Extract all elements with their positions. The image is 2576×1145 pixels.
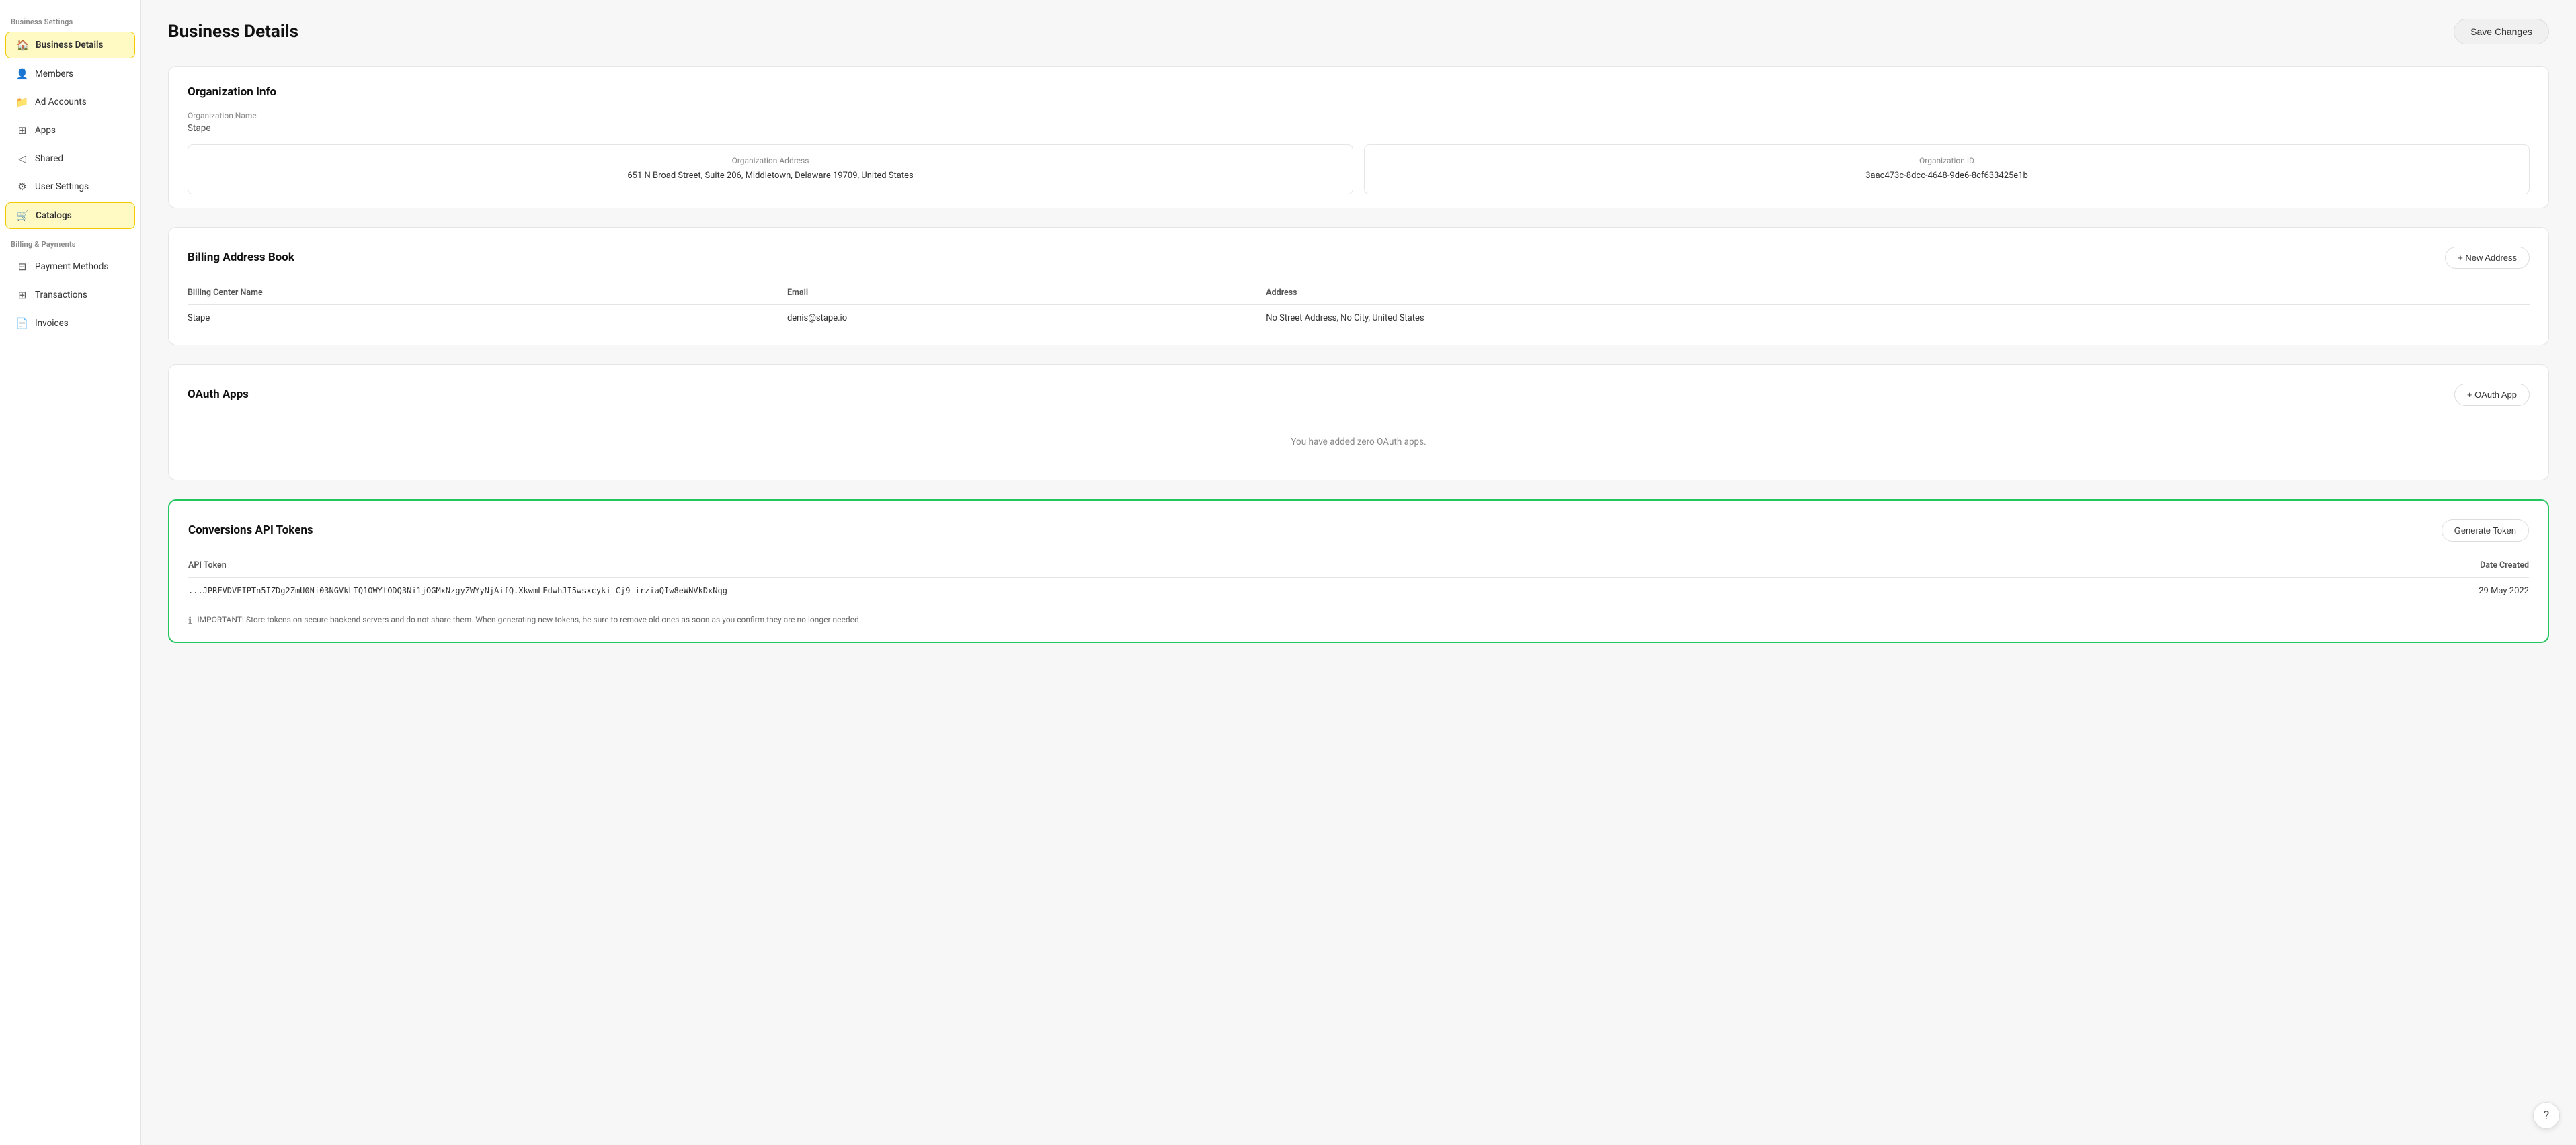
sidebar-item-ad-accounts[interactable]: 📁 Ad Accounts (5, 89, 135, 115)
sidebar: Business Settings 🏠 Business Details 👤 M… (0, 0, 141, 1145)
col-email: Email (787, 281, 1266, 305)
billing-center-name: Stape (188, 304, 787, 331)
notice-text: IMPORTANT! Store tokens on secure backen… (197, 613, 861, 626)
page-title: Business Details (168, 22, 298, 42)
sidebar-item-label: Transactions (35, 290, 87, 300)
oauth-title: OAuth Apps (188, 388, 249, 401)
sidebar-item-catalogs[interactable]: 🛒 Catalogs (5, 202, 135, 229)
sidebar-section-business: Business Settings (0, 8, 140, 30)
col-api-token: API Token (188, 554, 2329, 578)
sidebar-item-label: Shared (35, 153, 63, 164)
info-icon: ℹ (188, 614, 192, 628)
new-address-button[interactable]: + New Address (2445, 247, 2530, 269)
org-info-section: Organization Info Organization Name Stap… (168, 66, 2549, 208)
org-name-value: Stape (188, 123, 2530, 134)
ad-accounts-icon: 📁 (16, 96, 28, 108)
sidebar-item-user-settings[interactable]: ⚙ User Settings (5, 174, 135, 200)
org-info-title: Organization Info (188, 85, 2530, 99)
apps-icon: ⊞ (16, 124, 28, 136)
billing-email: denis@stape.io (787, 304, 1266, 331)
sidebar-item-label: Payment Methods (35, 261, 108, 272)
main-content: Business Details Save Changes Organizati… (141, 0, 2576, 1145)
sidebar-item-label: Business Details (36, 40, 103, 50)
page-header: Business Details Save Changes (168, 19, 2549, 44)
org-name-label: Organization Name (188, 111, 2530, 120)
org-id-label: Organization ID (1378, 156, 2515, 165)
home-icon: 🏠 (17, 39, 29, 51)
sidebar-item-members[interactable]: 👤 Members (5, 61, 135, 87)
table-row: ...JPRFVDVEIPTn5IZDg2ZmU0Ni03NGVkLTQ1OWY… (188, 577, 2529, 604)
generate-token-button[interactable]: Generate Token (2442, 519, 2529, 542)
sidebar-item-apps[interactable]: ⊞ Apps (5, 118, 135, 143)
sidebar-item-shared[interactable]: ◁ Shared (5, 146, 135, 171)
sidebar-item-business-details[interactable]: 🏠 Business Details (5, 32, 135, 58)
api-token-value: ...JPRFVDVEIPTn5IZDg2ZmU0Ni03NGVkLTQ1OWY… (188, 577, 2329, 604)
payment-icon: ⊟ (16, 261, 28, 273)
oauth-header: OAuth Apps + OAuth App (188, 384, 2530, 406)
billing-address-title: Billing Address Book (188, 251, 294, 264)
sidebar-item-label: Ad Accounts (35, 97, 87, 108)
col-address: Address (1266, 281, 2530, 305)
sidebar-item-payment-methods[interactable]: ⊟ Payment Methods (5, 254, 135, 280)
sidebar-item-label: User Settings (35, 181, 89, 192)
billing-address-header: Billing Address Book + New Address (188, 247, 2530, 269)
org-cards: Organization Address 651 N Broad Street,… (188, 144, 2530, 194)
sidebar-item-invoices[interactable]: 📄 Invoices (5, 310, 135, 336)
members-icon: 👤 (16, 68, 28, 80)
transactions-icon: ⊞ (16, 289, 28, 301)
shared-icon: ◁ (16, 153, 28, 165)
sidebar-item-transactions[interactable]: ⊞ Transactions (5, 282, 135, 308)
conversions-api-section: Conversions API Tokens Generate Token AP… (168, 499, 2549, 643)
org-id-value: 3aac473c-8dcc-4648-9de6-8cf633425e1b (1378, 169, 2515, 183)
col-date-created: Date Created (2329, 554, 2529, 578)
oauth-empty: You have added zero OAuth apps. (188, 418, 2530, 466)
token-notice: ℹ IMPORTANT! Store tokens on secure back… (188, 613, 2529, 628)
col-billing-center: Billing Center Name (188, 281, 787, 305)
sidebar-item-label: Apps (35, 125, 56, 136)
sidebar-item-label: Invoices (35, 318, 69, 329)
sidebar-item-label: Members (35, 69, 73, 79)
org-address-card: Organization Address 651 N Broad Street,… (188, 144, 1353, 194)
conversions-header: Conversions API Tokens Generate Token (188, 519, 2529, 542)
sidebar-section-billing: Billing & Payments (0, 230, 140, 253)
save-changes-button[interactable]: Save Changes (2454, 19, 2549, 44)
settings-icon: ⚙ (16, 181, 28, 193)
catalogs-icon: 🛒 (17, 210, 29, 222)
oauth-app-button[interactable]: + OAuth App (2454, 384, 2530, 406)
sidebar-item-label: Catalogs (36, 210, 72, 221)
token-date: 29 May 2022 (2329, 577, 2529, 604)
billing-address-section: Billing Address Book + New Address Billi… (168, 227, 2549, 345)
help-button[interactable]: ? (2533, 1102, 2560, 1129)
table-row: Stape denis@stape.io No Street Address, … (188, 304, 2530, 331)
org-address-value: 651 N Broad Street, Suite 206, Middletow… (202, 169, 1339, 183)
billing-address-table: Billing Center Name Email Address Stape … (188, 281, 2530, 331)
invoices-icon: 📄 (16, 317, 28, 329)
conversions-title: Conversions API Tokens (188, 523, 313, 537)
org-id-card: Organization ID 3aac473c-8dcc-4648-9de6-… (1364, 144, 2530, 194)
billing-address: No Street Address, No City, United State… (1266, 304, 2530, 331)
tokens-table: API Token Date Created ...JPRFVDVEIPTn5I… (188, 554, 2529, 604)
org-address-label: Organization Address (202, 156, 1339, 165)
oauth-apps-section: OAuth Apps + OAuth App You have added ze… (168, 364, 2549, 480)
